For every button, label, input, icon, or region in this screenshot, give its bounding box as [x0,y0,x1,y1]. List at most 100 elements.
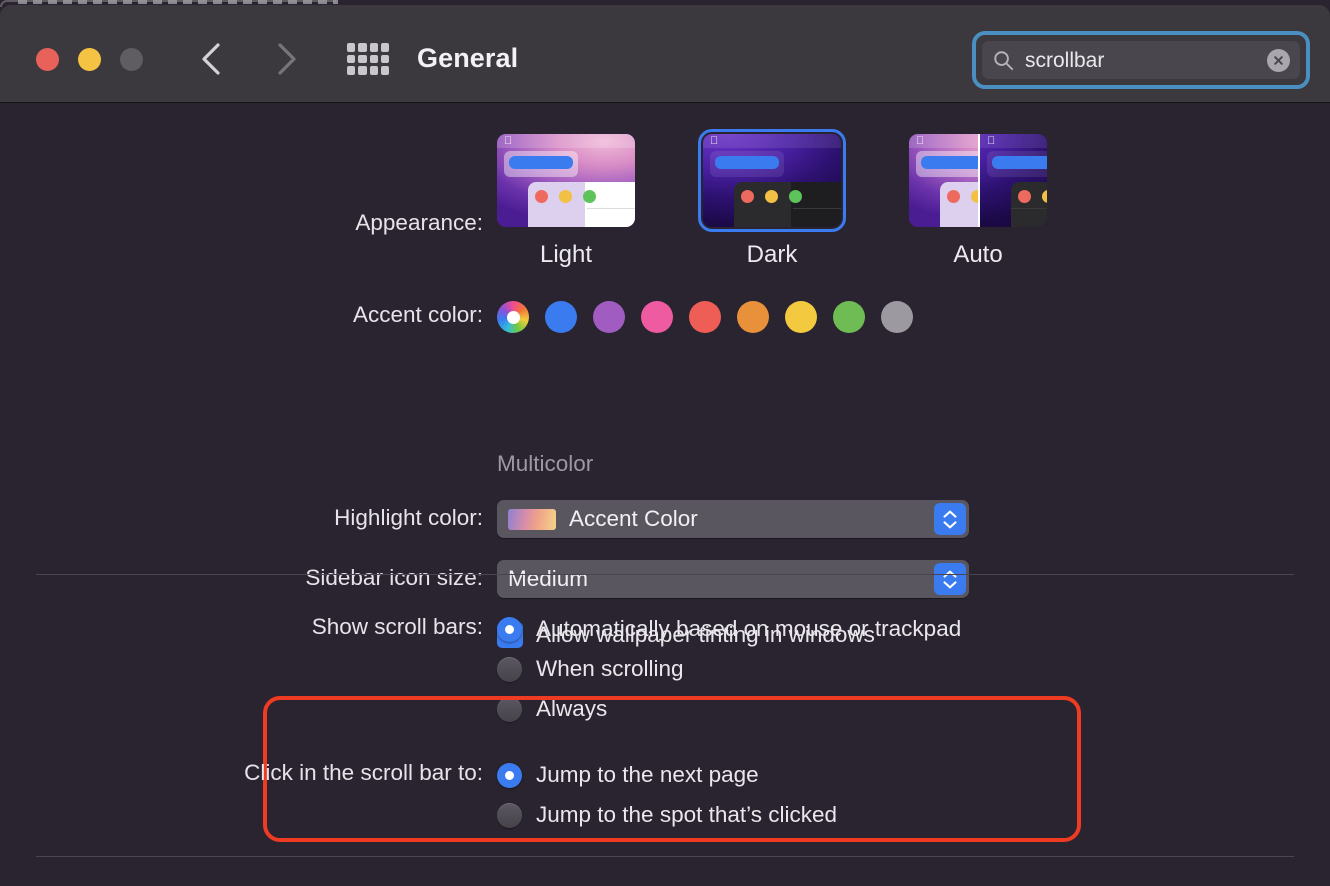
accent-swatch-orange[interactable] [737,301,769,333]
preview-window [734,182,841,227]
preview-traffic-lights [741,190,802,203]
close-icon [1274,55,1283,65]
close-button[interactable] [36,48,59,71]
clear-search-button[interactable] [1267,48,1290,72]
search-input[interactable]: scrollbar [982,41,1300,79]
back-button[interactable] [190,38,232,80]
appearance-option-light[interactable]:  Light [497,134,635,269]
accent-swatch-graphite[interactable] [881,301,913,333]
desktop-preview-light:  [909,134,978,227]
menubar [703,134,841,148]
show-scroll-bars-option-automatic[interactable]: Automatically based on mouse or trackpad [497,609,961,649]
menubar [497,134,635,148]
accent-color-caption: Multicolor [497,451,594,476]
minimize-button[interactable] [78,48,101,71]
click-scroll-bar-option-spot-clicked[interactable]: Jump to the spot that’s clicked [497,795,837,835]
traffic-lights [36,48,143,71]
click-scroll-bar-label: Click in the scroll bar to: [244,760,483,785]
appearance-label-light: Light [539,241,593,268]
grid-cell [380,54,389,64]
grid-cell [347,54,356,64]
grid-cell [369,43,378,52]
click-scroll-bar-group: Jump to the next page Jump to the spot t… [497,755,837,835]
search-focus-ring: scrollbar [972,31,1310,89]
desktop-preview-light:  [497,134,635,227]
chevron-right-icon [278,43,296,75]
section-divider [36,856,1294,857]
chevron-left-icon [202,43,220,75]
appearance-options:  Light [497,129,1047,269]
option-label: Jump to the next page [536,761,759,787]
radio-unselected-icon[interactable] [497,656,522,682]
show-all-button[interactable] [347,43,389,75]
accent-swatch-green[interactable] [833,301,865,333]
show-scroll-bars-option-when-scrolling[interactable]: When scrolling [497,649,961,689]
radio-unselected-icon[interactable] [497,802,522,828]
auto-preview-dark-half:  [978,134,1047,227]
grid-cell [380,43,389,52]
apple-logo-icon:  [987,136,996,147]
radio-selected-icon[interactable] [497,616,522,642]
auto-preview-light-half:  [909,134,978,227]
show-scroll-bars-option-always[interactable]: Always [497,689,961,729]
accent-swatch-yellow[interactable] [785,301,817,333]
section-divider [36,574,1294,575]
appearance-option-dark[interactable]:  Dark [698,129,846,269]
appearance-label-dark: Dark [746,241,798,268]
grid-cell [358,43,367,52]
appearance-option-auto[interactable]:  [909,134,1047,269]
radio-selected-icon[interactable] [497,762,522,788]
accent-swatch-multicolor[interactable] [497,301,529,333]
forward-button[interactable] [266,38,308,80]
appearance-thumbnail-dark[interactable]:  [698,129,846,232]
chevron-down-icon [943,580,957,588]
preview-window [528,182,635,227]
highlight-color-value: Accent Color [569,505,698,531]
search-value: scrollbar [1025,49,1105,71]
accent-swatch-pink[interactable] [641,301,673,333]
zoom-button[interactable] [120,48,143,71]
preview-sidebar [734,182,791,227]
show-scroll-bars-label: Show scroll bars: [311,614,483,639]
grid-cell [347,66,356,75]
desktop-preview-dark:  [980,134,1047,227]
accent-swatch-purple[interactable] [593,301,625,333]
preview-highlight-bar [509,156,573,169]
option-label: Jump to the spot that’s clicked [536,801,837,827]
grid-cell [358,54,367,64]
accent-swatch-blue[interactable] [545,301,577,333]
chevron-up-icon [943,510,957,518]
background-window-dashes [18,0,338,4]
preview-sidebar [528,182,585,227]
sidebar-icon-size-value: Medium [508,565,589,591]
appearance-label: Appearance: [355,210,483,235]
window-toolbar: General scrollbar [0,5,1330,103]
grid-cell [369,54,378,64]
system-preferences-window: General scrollbar Appearance: Light Dark… [0,0,1330,886]
chevron-down-icon [943,520,957,528]
preview-window-body [791,182,841,227]
apple-logo-icon:  [710,136,719,147]
option-label: Automatically based on mouse or trackpad [536,615,962,641]
grid-cell [369,66,378,75]
show-scroll-bars-group: Automatically based on mouse or trackpad… [497,609,961,729]
sidebar-icon-size-label: Sidebar icon size: [305,565,483,590]
grid-cell [347,43,356,52]
sidebar-icon-size-select[interactable]: Medium [497,560,969,598]
accent-swatch-red[interactable] [689,301,721,333]
highlight-color-swatch [508,508,556,530]
accent-color-label: Accent color: [352,302,483,327]
highlight-color-select[interactable]: Accent Color [497,500,969,538]
desktop-preview-dark:  [703,134,841,227]
preview-highlight-bar [715,156,779,169]
preview-traffic-lights [535,190,596,203]
sidebar-icon-size-stepper[interactable] [934,563,966,595]
appearance-thumbnail-auto[interactable]:  [909,134,1047,227]
click-scroll-bar-option-next-page[interactable]: Jump to the next page [497,755,837,795]
radio-unselected-icon[interactable] [497,696,522,722]
apple-logo-icon:  [916,136,925,147]
appearance-thumbnail-light[interactable]:  [497,134,635,227]
option-label: Always [536,695,608,721]
highlight-color-stepper[interactable] [934,503,966,535]
grid-cell [358,66,367,75]
